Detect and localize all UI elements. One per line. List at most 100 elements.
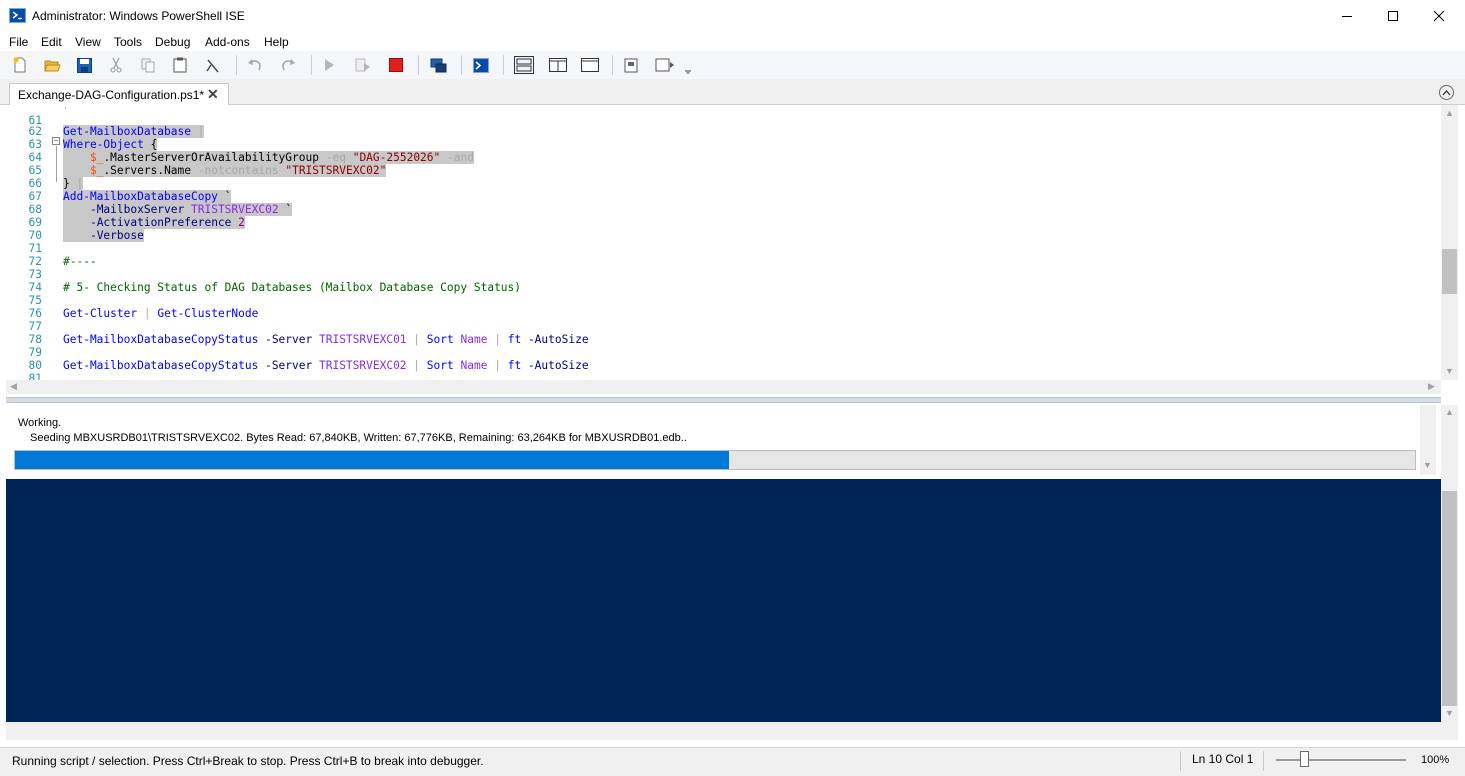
paste-button[interactable]	[169, 54, 191, 76]
minimize-icon	[1341, 16, 1352, 17]
zoom-slider[interactable]	[1276, 759, 1406, 761]
clear-console-button[interactable]	[201, 54, 223, 76]
redo-button[interactable]	[277, 54, 299, 76]
line-number: 72	[28, 255, 42, 268]
fold-guide	[56, 146, 57, 182]
line-number: 78	[28, 333, 42, 346]
maximize-button[interactable]	[1370, 0, 1416, 33]
menu-help[interactable]: Help	[264, 35, 289, 49]
run-selection-button[interactable]	[352, 54, 374, 76]
code-text: #----	[63, 255, 97, 268]
scissors-icon	[110, 57, 122, 73]
code-text: $_.Servers.Name -notcontains "TRISTSRVEX…	[63, 164, 387, 177]
line-number: 62	[28, 125, 42, 138]
chevron-down-icon	[685, 70, 691, 74]
code-text: Get-MailboxDatabaseCopyStatus -Server TR…	[63, 359, 589, 372]
show-command-addon-button[interactable]	[654, 54, 676, 76]
code-text: $_.MasterServerOrAvailabilityGroup -eq "…	[63, 151, 474, 164]
scroll-up-icon[interactable]: ▲	[1445, 407, 1454, 417]
show-command-window-button[interactable]	[621, 54, 643, 76]
status-message: Running script / selection. Press Ctrl+B…	[12, 754, 484, 768]
scroll-up-icon[interactable]: ▲	[1445, 108, 1454, 118]
line-number: 76	[28, 307, 42, 320]
undo-button[interactable]	[244, 54, 266, 76]
scroll-left-icon[interactable]: ◀	[10, 381, 17, 392]
new-remote-tab-button[interactable]	[427, 54, 449, 76]
open-button[interactable]	[41, 54, 63, 76]
clipped-line-fragment: ' '	[63, 105, 68, 115]
tab-close-button[interactable]: ✕	[207, 86, 219, 103]
editor-scroll-thumb[interactable]	[1442, 249, 1457, 294]
close-window-button[interactable]	[1416, 0, 1462, 33]
line-number: 66	[28, 177, 42, 190]
cut-button[interactable]	[105, 54, 127, 76]
zoom-level: 100%	[1421, 754, 1450, 766]
folder-open-icon	[43, 60, 61, 72]
toolbar-separator	[503, 55, 504, 75]
menu-add-ons[interactable]: Add-ons	[205, 35, 250, 49]
code-text: -ActivationPreference 2	[63, 216, 245, 229]
window-title: Administrator: Windows PowerShell ISE	[32, 9, 245, 23]
code-text: Get-MailboxDatabaseCopyStatus -Server TR…	[63, 333, 589, 346]
stop-button[interactable]	[385, 54, 407, 76]
menu-tools[interactable]: Tools	[114, 35, 142, 49]
code-text: -MailboxServer TRISTSRVEXC02 `	[63, 203, 293, 216]
line-number: 70	[28, 229, 42, 242]
show-script-pane-right-button[interactable]	[547, 54, 569, 76]
line-number: 77	[28, 320, 42, 333]
scroll-down-icon[interactable]: ▼	[1445, 708, 1454, 718]
maximize-icon	[1387, 11, 1398, 21]
line-number: 79	[28, 346, 42, 359]
code-text: Get-Cluster | Get-ClusterNode	[63, 307, 259, 320]
command-addon-icon	[655, 58, 674, 71]
code-text: -Verbose	[63, 229, 144, 242]
console-output[interactable]	[6, 479, 1441, 722]
command-window-icon	[624, 58, 638, 72]
copy-button[interactable]	[137, 54, 159, 76]
toolbar-separator	[612, 55, 613, 75]
collapse-script-pane-button[interactable]	[1439, 85, 1454, 100]
console-horizontal-scrollbar[interactable]	[6, 722, 1458, 740]
line-number: 63	[28, 138, 42, 151]
menu-view[interactable]: View	[75, 35, 101, 49]
scroll-down-icon[interactable]: ▼	[1445, 366, 1454, 376]
fold-toggle-icon[interactable]: −	[52, 137, 60, 145]
save-icon	[76, 57, 92, 73]
play-icon	[325, 59, 334, 71]
editor-horizontal-scrollbar[interactable]	[6, 380, 1441, 394]
scroll-down-icon[interactable]: ▼	[1423, 460, 1432, 470]
show-script-pane-top-button[interactable]	[513, 54, 535, 76]
powershell-icon	[473, 57, 489, 73]
tab-script-label: Exchange-DAG-Configuration.ps1*	[18, 88, 205, 102]
line-number: 65	[28, 164, 42, 177]
script-editor[interactable]: ' ' 61 62 Get-MailboxDatabase | 63 Where-Obj…	[6, 105, 1441, 380]
menu-debug[interactable]: Debug	[155, 35, 190, 49]
toolbar-overflow-button[interactable]	[684, 62, 692, 74]
pane-splitter[interactable]	[6, 397, 1441, 403]
new-script-button[interactable]	[9, 54, 31, 76]
save-button[interactable]	[73, 54, 95, 76]
show-script-pane-maximized-button[interactable]	[579, 54, 601, 76]
redo-icon	[282, 59, 295, 71]
scroll-right-icon[interactable]: ▶	[1428, 381, 1435, 392]
minimize-button[interactable]	[1324, 0, 1370, 33]
toolbar-separator	[418, 55, 419, 75]
line-number: 81	[28, 372, 42, 380]
progress-activity: Working.	[18, 417, 62, 429]
zoom-slider-thumb[interactable]	[1300, 751, 1309, 767]
toolbar-separator	[236, 55, 237, 75]
layout-top-icon	[514, 56, 534, 74]
start-powershell-button[interactable]	[470, 54, 492, 76]
editor-vertical-scrollbar[interactable]	[1441, 105, 1458, 380]
line-number: 68	[28, 203, 42, 216]
remote-powershell-icon	[430, 58, 446, 72]
menu-file[interactable]: File	[9, 35, 28, 49]
line-number: 74	[28, 281, 42, 294]
toolbar-separator	[311, 55, 312, 75]
status-separator	[1180, 751, 1181, 771]
new-file-icon	[13, 57, 26, 73]
console-scroll-thumb[interactable]	[1442, 491, 1457, 706]
menu-edit[interactable]: Edit	[41, 35, 62, 49]
progress-bar-fill	[15, 451, 729, 469]
run-script-button[interactable]	[318, 54, 340, 76]
